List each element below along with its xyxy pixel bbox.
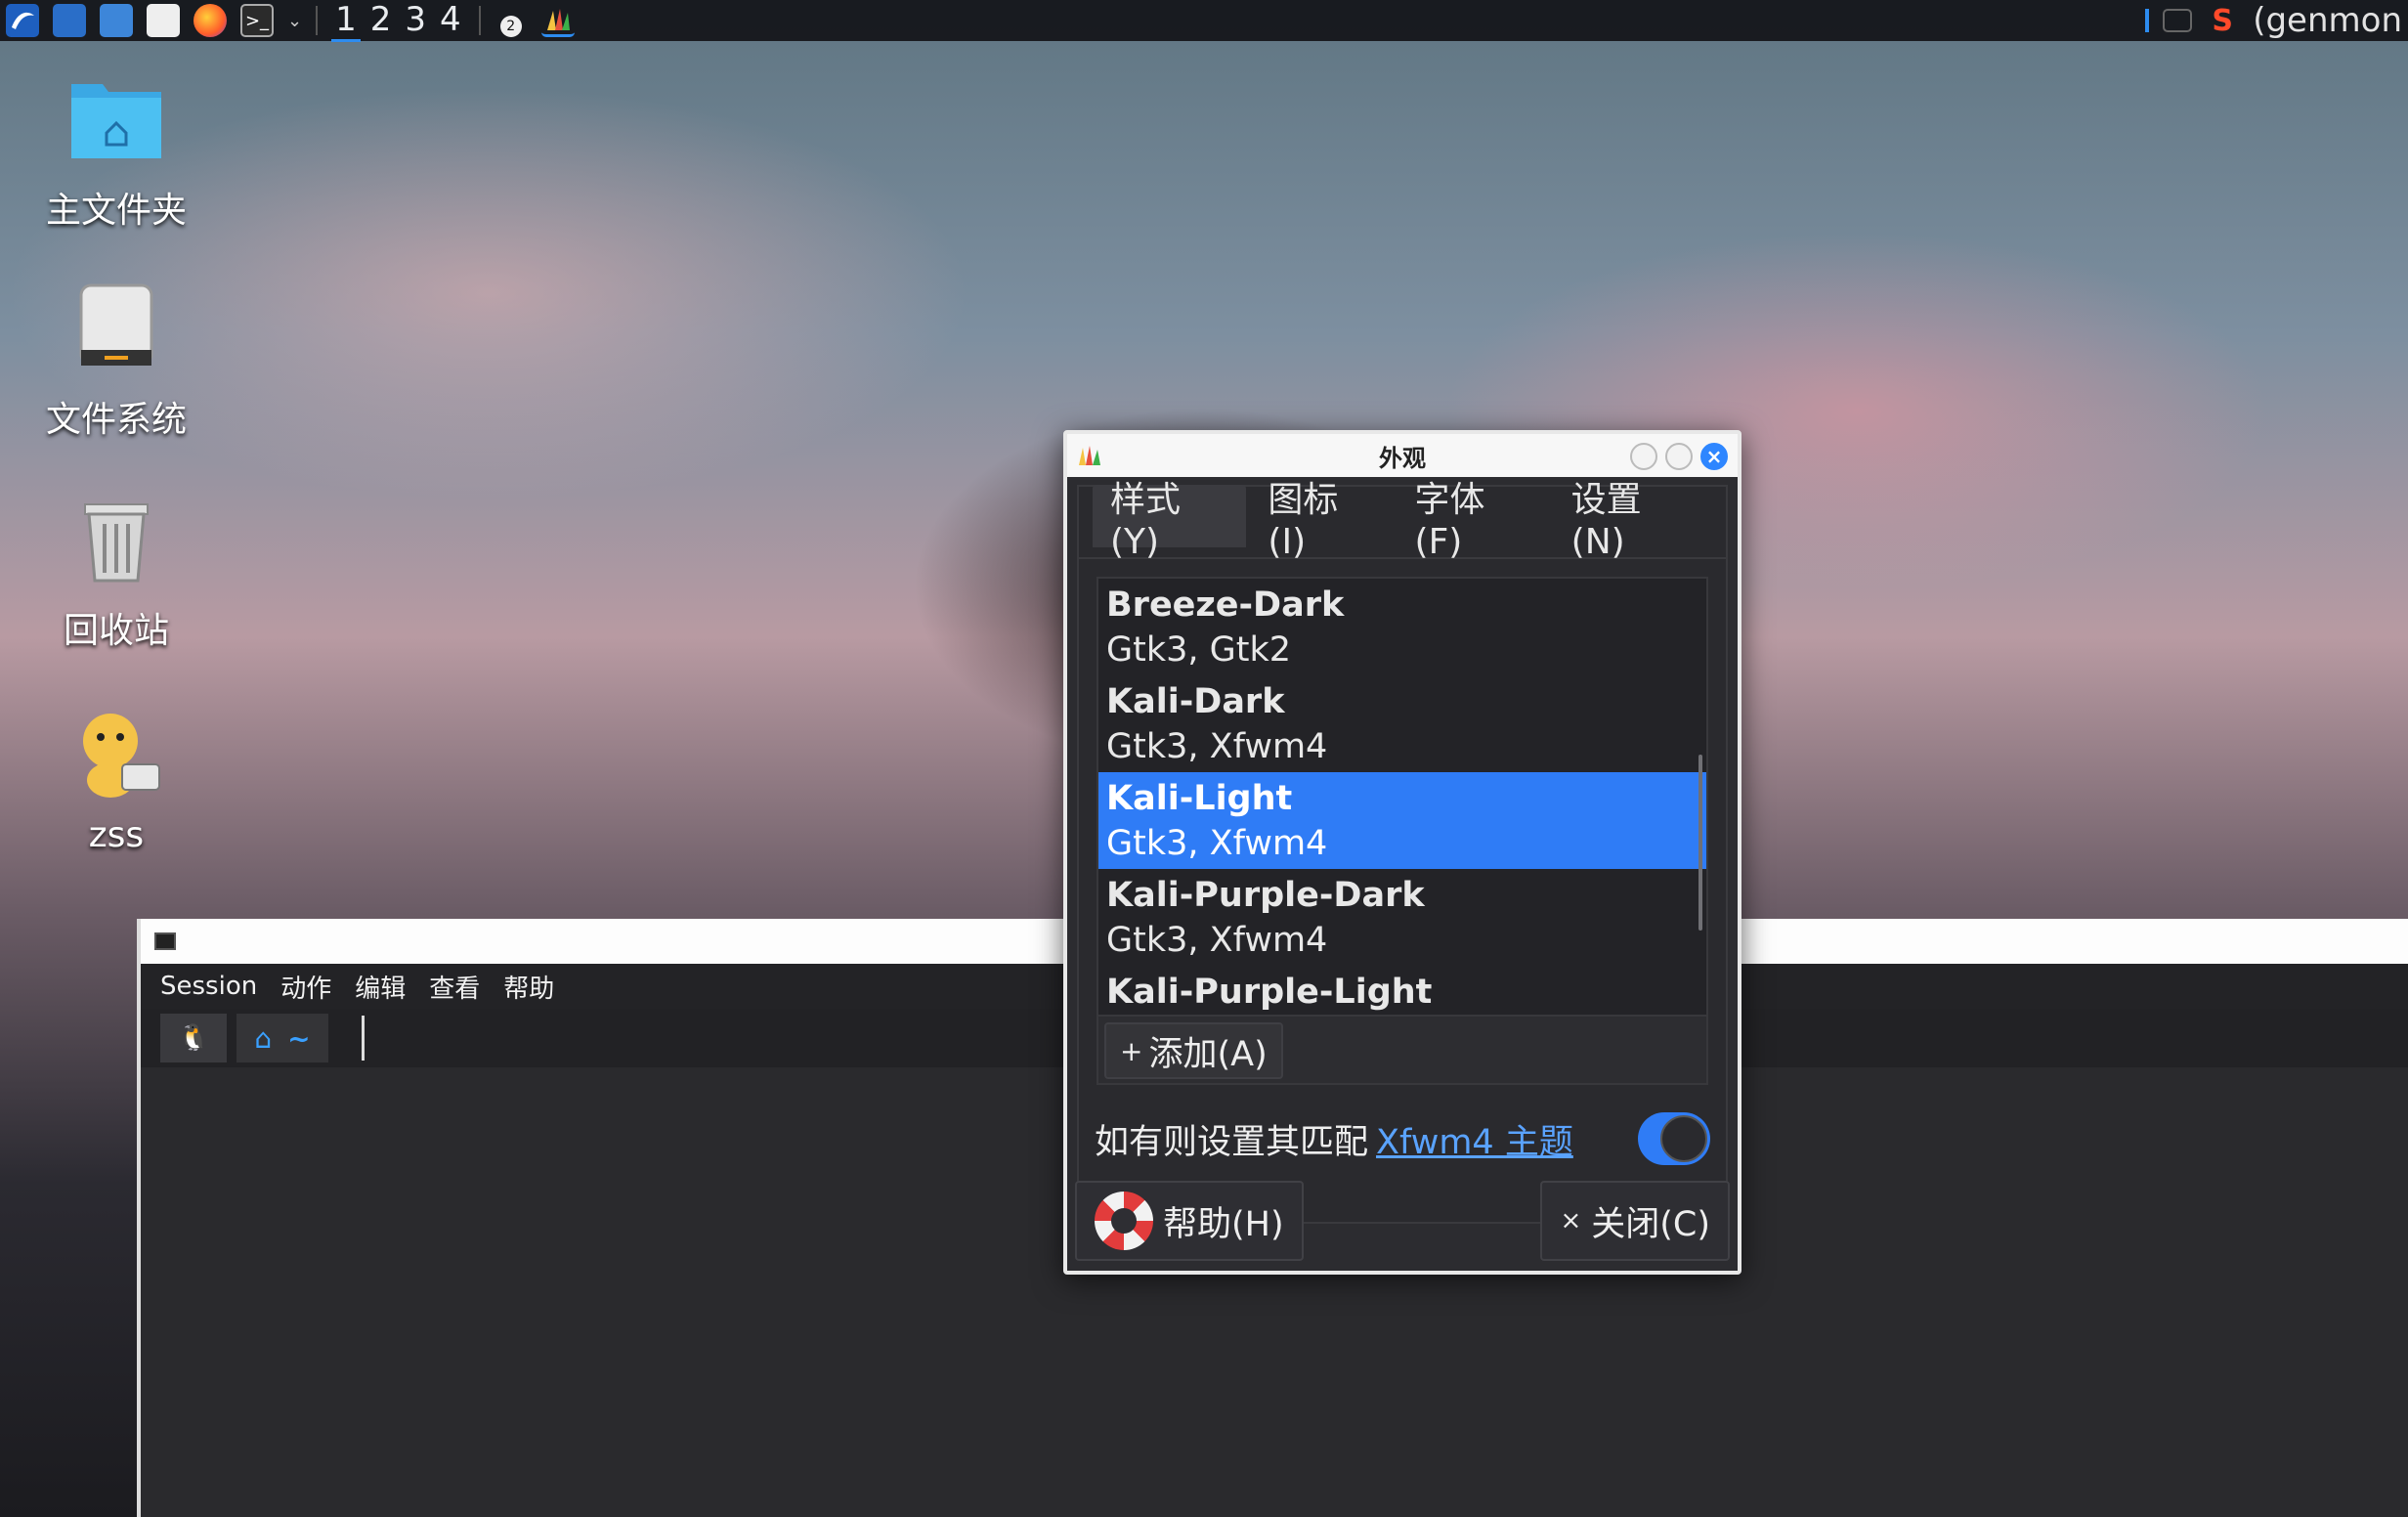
workspace-1[interactable]: 1 xyxy=(331,0,361,42)
desktop-icon-home[interactable]: 主文件夹 xyxy=(29,70,203,233)
theme-list[interactable]: Breeze-Dark Gtk3, Gtk2 Kali-Dark Gtk3, X… xyxy=(1096,577,1708,1085)
theme-item[interactable]: Kali-Purple-Dark Gtk3, Xfwm4 xyxy=(1098,869,1706,966)
menu-view[interactable]: 查看 xyxy=(429,969,480,1005)
panel-right: S (genmon xyxy=(2145,0,2402,41)
match-label: 如有则设置其匹配 xyxy=(1095,1122,1369,1162)
prompt-tilde: ~ xyxy=(287,1021,311,1055)
theme-engines: Gtk3, Gtk2 xyxy=(1106,630,1292,670)
help-button[interactable]: 帮助(H) xyxy=(1075,1181,1304,1261)
list-scrollbar[interactable] xyxy=(1698,755,1702,931)
theme-item[interactable]: Kali-Dark Gtk3, Xfwm4 xyxy=(1098,675,1706,772)
tab-settings[interactable]: 设置(N) xyxy=(1554,480,1712,562)
sogou-input-icon[interactable]: S xyxy=(2206,4,2239,38)
close-icon[interactable]: × xyxy=(1700,443,1728,470)
window-controls: × xyxy=(1630,443,1728,470)
notification-icon[interactable]: 2 xyxy=(494,4,528,37)
chevron-down-icon[interactable]: ⌄ xyxy=(287,11,302,31)
appearance-icon xyxy=(1077,444,1102,467)
terminal-cursor xyxy=(361,1016,365,1061)
firefox-icon[interactable] xyxy=(194,4,227,37)
workspace-4[interactable]: 4 xyxy=(436,0,465,42)
theme-engines: Gtk3, Xfwm4 xyxy=(1106,727,1328,766)
workspace-3[interactable]: 3 xyxy=(401,0,430,42)
match-theme-toggle[interactable] xyxy=(1638,1112,1710,1165)
terminal-icon xyxy=(154,932,176,950)
trash-icon xyxy=(67,491,165,588)
tab-style[interactable]: 样式(Y) xyxy=(1093,480,1247,562)
prompt-path-segment: ⌂ ~ xyxy=(236,1014,328,1062)
toggle-knob xyxy=(1660,1115,1707,1162)
tab-fonts[interactable]: 字体(F) xyxy=(1398,480,1550,562)
theme-name: Kali-Dark xyxy=(1106,682,1285,721)
genmon-label[interactable]: (genmon xyxy=(2253,1,2402,40)
files-icon[interactable] xyxy=(100,4,133,37)
dialog-title: 外观 xyxy=(1379,444,1426,472)
user-link-icon xyxy=(67,704,165,802)
theme-item[interactable]: Breeze-Dark Gtk3, Gtk2 xyxy=(1098,579,1706,675)
menu-edit[interactable]: 编辑 xyxy=(355,969,406,1005)
indicator-bar xyxy=(2145,9,2150,32)
dialog-buttons: 帮助(H) × 关闭(C) xyxy=(1075,1181,1730,1263)
panel-separator xyxy=(316,6,319,35)
workspace-switcher[interactable]: 1 2 3 4 xyxy=(331,0,465,42)
appearance-dialog: 外观 × 样式(Y) 图标(I) 字体(F) 设置(N) Breeze-Dark… xyxy=(1063,430,1742,1275)
desktop-icon-zss[interactable]: zss xyxy=(29,704,203,855)
menu-actions[interactable]: 动作 xyxy=(280,969,331,1005)
minimize-button[interactable] xyxy=(1630,443,1657,470)
theme-name: Kali-Purple-Dark xyxy=(1106,876,1425,915)
help-button-label: 帮助(H) xyxy=(1163,1204,1284,1244)
desktop-icon-label: zss xyxy=(88,815,145,855)
home-folder-icon xyxy=(67,70,165,168)
appearance-icon[interactable] xyxy=(540,4,575,37)
close-icon: × xyxy=(1560,1206,1582,1235)
home-icon: ⌂ xyxy=(254,1021,273,1055)
close-button-label: 关闭(C) xyxy=(1591,1204,1710,1244)
add-button-label: 添加(A) xyxy=(1148,1034,1268,1074)
terminal-icon[interactable]: >_ xyxy=(240,4,274,37)
tab-bar: 样式(Y) 图标(I) 字体(F) 设置(N) xyxy=(1079,480,1726,562)
theme-name: Kali-Purple-Light xyxy=(1106,973,1433,1012)
add-theme-button[interactable]: + 添加(A) xyxy=(1104,1022,1283,1079)
theme-engines: Gtk3, Xfwm4 xyxy=(1106,921,1328,960)
list-footer: + 添加(A) xyxy=(1098,1015,1706,1083)
dialog-body: 样式(Y) 图标(I) 字体(F) 设置(N) Breeze-Dark Gtk3… xyxy=(1077,480,1728,1224)
theme-name: Breeze-Dark xyxy=(1106,585,1345,625)
drive-icon xyxy=(67,280,165,377)
menu-session[interactable]: Session xyxy=(160,972,257,1001)
theme-name: Kali-Light xyxy=(1106,779,1293,818)
desktop-icon-filesystem[interactable]: 文件系统 xyxy=(29,280,203,442)
notification-badge: 2 xyxy=(499,16,522,37)
prompt-user-segment: 🐧 xyxy=(160,1014,228,1062)
text-editor-icon[interactable] xyxy=(147,4,180,37)
kali-menu-icon[interactable] xyxy=(6,4,39,37)
workspace-2[interactable]: 2 xyxy=(366,0,396,42)
maximize-button[interactable] xyxy=(1665,443,1693,470)
display-icon[interactable] xyxy=(2163,9,2193,32)
xfwm4-theme-link[interactable]: Xfwm4 主题 xyxy=(1376,1114,1573,1164)
top-panel: >_ ⌄ 1 2 3 4 2 S (genmon xyxy=(0,0,2408,42)
lifebuoy-icon xyxy=(1095,1192,1153,1250)
linux-icon: 🐧 xyxy=(178,1023,210,1053)
show-desktop-icon[interactable] xyxy=(53,4,86,37)
panel-separator xyxy=(478,6,481,35)
desktop-icon-label: 回收站 xyxy=(63,611,169,651)
close-button[interactable]: × 关闭(C) xyxy=(1540,1181,1730,1261)
menu-help[interactable]: 帮助 xyxy=(503,969,554,1005)
tab-icons[interactable]: 图标(I) xyxy=(1250,480,1393,562)
desktop-icon-label: 主文件夹 xyxy=(45,191,187,231)
theme-item-selected[interactable]: Kali-Light Gtk3, Xfwm4 xyxy=(1098,772,1706,869)
desktop-icon-trash[interactable]: 回收站 xyxy=(29,491,203,653)
plus-icon: + xyxy=(1120,1034,1143,1067)
theme-engines: Gtk3, Xfwm4 xyxy=(1106,824,1328,863)
match-xfwm4-row: 如有则设置其匹配 Xfwm4 主题 xyxy=(1095,1108,1710,1169)
desktop-icon-label: 文件系统 xyxy=(45,400,187,440)
